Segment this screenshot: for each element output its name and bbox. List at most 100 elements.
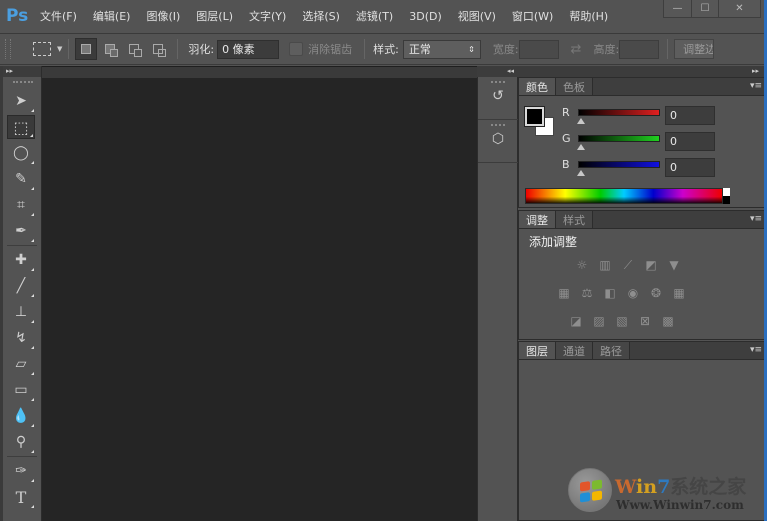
feather-input[interactable]: 0 像素 xyxy=(217,39,280,59)
add-selection-button[interactable] xyxy=(99,38,121,60)
close-button[interactable]: ✕ xyxy=(718,0,760,17)
vibrance-icon[interactable]: ▼ xyxy=(665,257,683,273)
menu-bar: Ps 文件(F) 编辑(E) 图像(I) 图层(L) 文字(Y) 选择(S) 滤… xyxy=(0,0,767,32)
history-panel-button[interactable]: ↺ xyxy=(478,77,518,120)
exposure-icon[interactable]: ◩ xyxy=(642,257,660,273)
channel-mixer-icon[interactable]: ❂ xyxy=(647,285,665,301)
brush-tool[interactable]: ╱ xyxy=(7,274,35,298)
width-label: 宽度: xyxy=(492,43,519,56)
tab-adjustments[interactable]: 调整 xyxy=(519,211,556,228)
color-panel-tabs: 颜色 色板 ▾≡ xyxy=(519,78,766,96)
watermark: Win7系统之家 Www.Winwin7.com xyxy=(568,468,763,518)
channel-label: R xyxy=(562,106,570,119)
photo-filter-icon[interactable]: ◉ xyxy=(624,285,642,301)
menu-filter[interactable]: 滤镜(T) xyxy=(356,8,393,24)
levels-icon[interactable]: ▥ xyxy=(596,257,614,273)
antialias-label: 消除锯齿 xyxy=(308,43,353,56)
gradient-tool[interactable]: ▭ xyxy=(7,378,35,402)
new-selection-button[interactable] xyxy=(75,38,98,60)
style-select[interactable]: 正常 ⇕ xyxy=(402,39,481,59)
brightness-contrast-icon[interactable]: ☼ xyxy=(573,257,591,273)
3d-panel-button[interactable]: ⬡ xyxy=(478,120,518,163)
foreground-color-swatch[interactable] xyxy=(524,106,545,127)
lasso-tool[interactable]: ◯ xyxy=(7,141,35,165)
healing-brush-tool[interactable]: ✚ xyxy=(7,248,35,272)
tab-layers[interactable]: 图层 xyxy=(519,342,556,359)
move-tool[interactable]: ➤ xyxy=(7,89,35,113)
channel-value-input[interactable]: 0 xyxy=(665,158,715,177)
tab-channels[interactable]: 通道 xyxy=(556,342,593,359)
color-balance-icon[interactable]: ⚖ xyxy=(578,285,596,301)
slider-thumb-icon[interactable] xyxy=(577,144,585,150)
channel-value-input[interactable]: 0 xyxy=(665,132,715,151)
intersect-selection-button[interactable] xyxy=(147,38,169,60)
selective-color-icon[interactable]: ⊠ xyxy=(636,313,654,329)
menu-help[interactable]: 帮助(H) xyxy=(569,8,608,24)
tab-paths[interactable]: 路径 xyxy=(593,342,630,359)
pen-icon: ✑ xyxy=(15,463,27,479)
tab-styles[interactable]: 样式 xyxy=(556,211,593,228)
minimize-button[interactable]: — xyxy=(664,0,691,17)
tab-swatches[interactable]: 色板 xyxy=(556,78,593,95)
swap-icon[interactable]: ⇄ xyxy=(571,42,582,57)
curves-icon[interactable]: ⟋ xyxy=(619,257,637,273)
invert-icon[interactable]: ◪ xyxy=(567,313,585,329)
options-grip[interactable] xyxy=(5,39,11,59)
threshold-icon[interactable]: ▧ xyxy=(613,313,631,329)
eyedropper-tool[interactable]: ✒ xyxy=(7,219,35,243)
menu-view[interactable]: 视图(V) xyxy=(458,8,496,24)
height-input[interactable] xyxy=(619,39,660,59)
black-white-swatch[interactable] xyxy=(723,188,730,204)
refine-edge-button[interactable]: 调整边缘... xyxy=(674,39,715,59)
crop-tool[interactable]: ⌗ xyxy=(7,193,35,217)
menu-window[interactable]: 窗口(W) xyxy=(512,8,553,24)
marquee-icon: ⬚ xyxy=(13,117,29,137)
tool-preset-marquee-icon[interactable] xyxy=(33,42,51,56)
channel-track[interactable] xyxy=(577,109,660,124)
eraser-tool[interactable]: ▱ xyxy=(7,352,35,376)
panel-menu-icon[interactable]: ▾≡ xyxy=(750,81,762,91)
menu-type[interactable]: 文字(Y) xyxy=(249,8,286,24)
dodge-tool[interactable]: ⚲ xyxy=(7,430,35,454)
menu-file[interactable]: 文件(F) xyxy=(40,8,77,24)
marquee-tool[interactable]: ⬚ xyxy=(7,115,35,139)
type-tool[interactable]: T xyxy=(7,485,35,509)
expand-panels-icon[interactable]: ▸▸ xyxy=(752,66,759,77)
posterize-icon[interactable]: ▨ xyxy=(590,313,608,329)
menu-layer[interactable]: 图层(L) xyxy=(196,8,233,24)
menu-image[interactable]: 图像(I) xyxy=(146,8,180,24)
menu-select[interactable]: 选择(S) xyxy=(302,8,340,24)
tab-color[interactable]: 颜色 xyxy=(519,78,556,95)
color-lookup-icon[interactable]: ▦ xyxy=(670,285,688,301)
document-canvas-area[interactable] xyxy=(42,66,477,521)
tool-preset-caret-icon[interactable]: ▼ xyxy=(57,45,62,53)
collapse-dock-icon[interactable]: ◂◂ xyxy=(507,66,514,77)
toolbox-grip[interactable] xyxy=(13,81,33,87)
width-input[interactable] xyxy=(518,39,559,59)
channel-label: G xyxy=(562,132,571,145)
subtract-selection-button[interactable] xyxy=(123,38,145,60)
gradient-map-icon[interactable]: ▩ xyxy=(659,313,677,329)
eyedropper-icon: ✒ xyxy=(15,223,27,239)
channel-value-input[interactable]: 0 xyxy=(665,106,715,125)
quick-selection-tool[interactable]: ✎ xyxy=(7,167,35,191)
clone-stamp-tool[interactable]: ⊥ xyxy=(7,300,35,324)
add-adjustment-title: 添加调整 xyxy=(529,235,578,249)
color-spectrum-ramp[interactable] xyxy=(525,188,723,204)
panel-menu-icon[interactable]: ▾≡ xyxy=(750,345,762,355)
maximize-button[interactable]: ☐ xyxy=(691,0,718,17)
blur-tool[interactable]: 💧 xyxy=(7,404,35,428)
hue-saturation-icon[interactable]: ▦ xyxy=(555,285,573,301)
slider-thumb-icon[interactable] xyxy=(577,118,585,124)
pen-tool[interactable]: ✑ xyxy=(7,459,35,483)
menu-edit[interactable]: 编辑(E) xyxy=(93,8,131,24)
panel-menu-icon[interactable]: ▾≡ xyxy=(750,214,762,224)
channel-track[interactable] xyxy=(577,135,660,150)
slider-thumb-icon[interactable] xyxy=(577,170,585,176)
channel-track[interactable] xyxy=(577,161,660,176)
toolbox-collapse-icon[interactable]: ▸▸ xyxy=(3,66,41,77)
black-white-icon[interactable]: ◧ xyxy=(601,285,619,301)
antialias-checkbox[interactable] xyxy=(289,42,304,56)
menu-3d[interactable]: 3D(D) xyxy=(409,10,442,23)
history-brush-tool[interactable]: ↯ xyxy=(7,326,35,350)
